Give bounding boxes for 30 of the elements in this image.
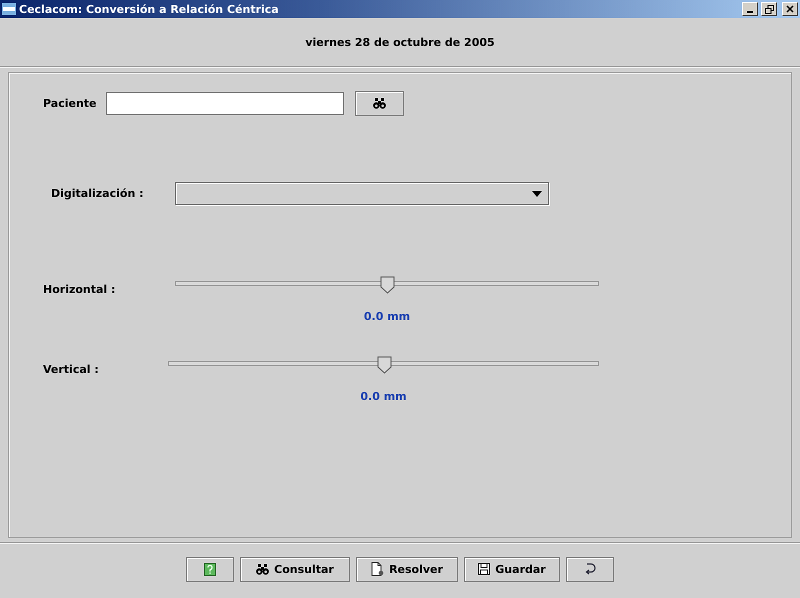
help-icon [204,562,216,576]
date-text: viernes 28 de octubre de 2005 [305,36,495,48]
slider-label: Vertical : [43,363,100,376]
slider-reading: 0.0 mm [364,310,410,323]
slider-label: Horizontal : [43,283,116,296]
undo-icon [583,562,597,576]
binoculars-icon [256,564,270,574]
restore-icon [764,4,774,14]
toolbar-button[interactable]: Consultar [240,556,350,582]
icon-button[interactable] [186,556,234,582]
slider-thumb[interactable] [376,356,392,374]
icon-button[interactable] [566,556,614,582]
slider-reading: 0.0 mm [360,390,407,403]
document-icon [371,562,384,576]
digitization-label: Digitalización : [51,187,145,200]
search-button[interactable] [355,91,404,116]
toolbar-button[interactable]: Guardar [464,556,560,582]
binoculars-icon [373,98,386,109]
window-title: Ceclacom: Conversión a Relación Céntrica [19,2,280,16]
minimize-button[interactable] [742,2,758,16]
close-icon [786,5,794,13]
restore-button[interactable] [761,2,777,16]
slider-thumb[interactable] [380,276,395,294]
patient-field[interactable] [106,92,344,115]
close-button[interactable] [782,2,798,16]
patient-label: Paciente [43,97,98,110]
dropdown-arrow-icon [532,190,542,196]
digitization-dropdown[interactable] [175,182,549,205]
app-icon [2,3,16,15]
toolbar-button[interactable]: Resolver [356,556,458,582]
